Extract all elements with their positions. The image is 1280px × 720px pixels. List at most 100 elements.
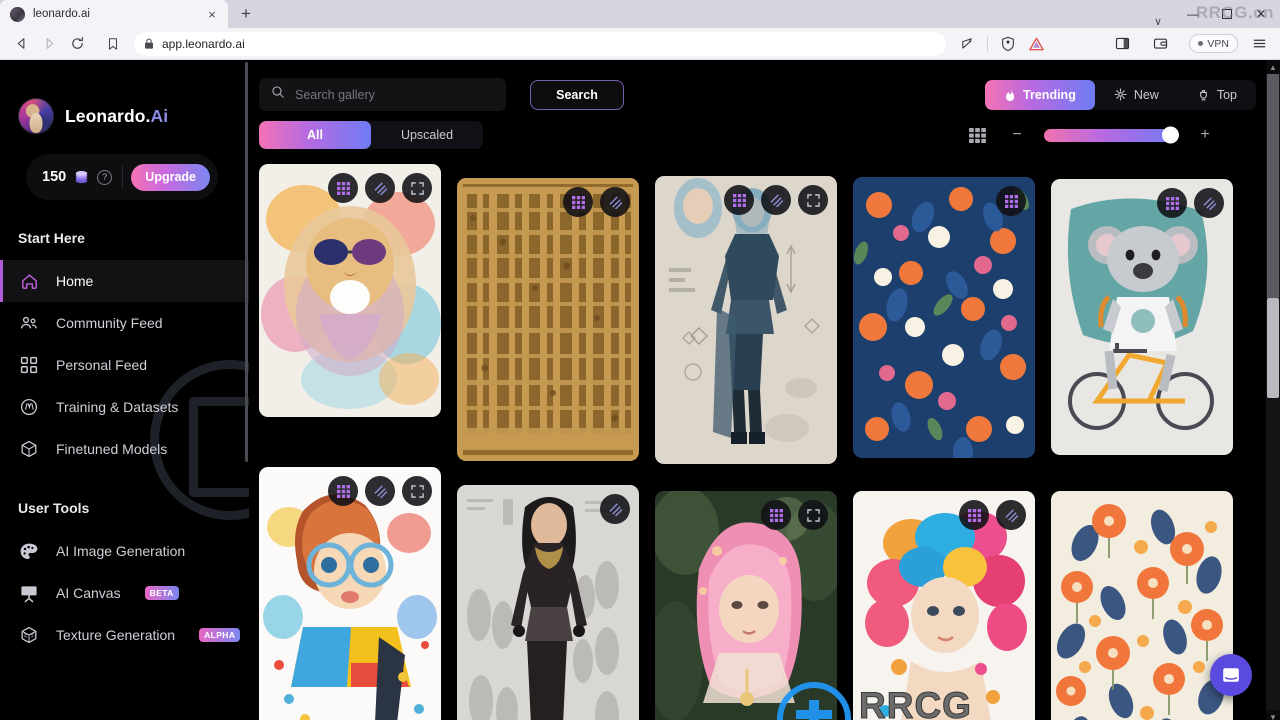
pixel-grid-icon[interactable] (1157, 188, 1187, 218)
zoom-slider-knob[interactable] (1162, 126, 1179, 144)
tab-title: leonardo.ai (33, 8, 90, 20)
gallery (249, 155, 1266, 720)
upgrade-button[interactable]: Upgrade (131, 163, 210, 191)
gallery-card-armored-woman[interactable] (457, 485, 639, 720)
wallet-icon[interactable] (1147, 31, 1173, 57)
diagonal-lines-icon[interactable] (365, 173, 395, 203)
share-icon[interactable] (954, 31, 980, 57)
pixel-grid-icon[interactable] (724, 185, 754, 215)
tab-top[interactable]: Top (1178, 80, 1256, 110)
gallery-card-warrior[interactable] (655, 176, 837, 464)
minimize-button[interactable]: — (1176, 1, 1210, 27)
zoom-out-button[interactable]: − (1002, 122, 1032, 148)
main-scrollbar[interactable]: ▲ ▼ (1266, 60, 1280, 720)
sidebar-item-community-feed[interactable]: Community Feed (0, 302, 249, 344)
texture-cube-icon (18, 624, 40, 646)
sidebar-item-ai-canvas[interactable]: AI Canvas BETA (0, 572, 249, 614)
scrollbar-thumb[interactable] (1267, 298, 1279, 398)
brave-shield-icon[interactable] (995, 31, 1021, 57)
pixel-grid-icon[interactable] (996, 186, 1026, 216)
help-circle-icon[interactable]: ? (97, 169, 113, 185)
expand-icon[interactable] (402, 173, 432, 203)
training-icon (18, 396, 40, 418)
app-viewport: Leonardo.Ai 150 ? Upgrade Start Here Hom… (0, 60, 1280, 720)
card-actions (600, 494, 630, 524)
browser-tab[interactable]: leonardo.ai × (0, 0, 228, 28)
sidebar-item-label: Finetuned Models (56, 441, 168, 457)
gallery-card-koala[interactable] (1051, 179, 1233, 455)
gallery-card-girl-glasses[interactable] (259, 467, 441, 720)
filter-upscaled[interactable]: Upscaled (371, 121, 483, 149)
artwork (1051, 491, 1233, 720)
diagonal-lines-icon[interactable] (761, 185, 791, 215)
search-button[interactable]: Search (530, 79, 624, 110)
grid-density-icon[interactable] (962, 122, 992, 148)
filter-all[interactable]: All (259, 121, 371, 149)
browser-toolbar: app.leonardo.ai VPN (0, 28, 1280, 60)
pixel-grid-icon[interactable] (959, 500, 989, 530)
diagonal-lines-icon[interactable] (365, 476, 395, 506)
pixel-grid-icon[interactable] (328, 476, 358, 506)
gallery-card-pink-fairy[interactable] (655, 491, 837, 720)
sidebar-item-finetuned-models[interactable]: Finetuned Models (0, 428, 249, 470)
zoom-in-button[interactable]: + (1190, 122, 1220, 148)
gallery-card-rainbow-hair[interactable] (853, 491, 1035, 720)
bookmark-icon[interactable] (100, 31, 126, 57)
artwork (853, 177, 1035, 458)
gallery-card-hieroglyphs[interactable] (457, 178, 639, 461)
diagonal-lines-icon[interactable] (600, 187, 630, 217)
sidebar-item-home[interactable]: Home (0, 260, 249, 302)
pixel-grid-icon[interactable] (563, 187, 593, 217)
search-input[interactable] (295, 87, 494, 102)
sidebar-item-label: Home (56, 273, 94, 289)
chevron-down-icon[interactable]: ∨ (1140, 15, 1176, 28)
diagonal-lines-icon[interactable] (1194, 188, 1224, 218)
back-icon[interactable] (8, 31, 34, 57)
artwork (1051, 179, 1233, 455)
address-bar[interactable]: app.leonardo.ai (134, 31, 947, 56)
badge-beta: BETA (144, 586, 179, 600)
new-tab-button[interactable]: + (232, 0, 260, 28)
expand-icon[interactable] (798, 500, 828, 530)
card-actions (761, 500, 828, 530)
scroll-up-arrow[interactable]: ▲ (1266, 60, 1280, 74)
pixel-grid-icon[interactable] (328, 173, 358, 203)
sidebar-item-texture-generation[interactable]: Texture Generation ALPHA (0, 614, 249, 656)
brand[interactable]: Leonardo.Ai (0, 60, 249, 134)
close-icon[interactable]: × (204, 6, 220, 22)
diagonal-lines-icon[interactable] (600, 494, 630, 524)
gallery-card-daisy-pattern[interactable] (1051, 491, 1233, 720)
tab-new[interactable]: New (1095, 80, 1178, 110)
community-icon (18, 312, 40, 334)
intercom-chat-button[interactable] (1210, 654, 1252, 696)
vpn-status-dot (1198, 41, 1204, 46)
gallery-card-floral-blue[interactable] (853, 177, 1035, 458)
maximize-button[interactable] (1210, 1, 1244, 27)
hamburger-menu-icon[interactable] (1246, 31, 1272, 57)
tab-trending[interactable]: Trending (985, 79, 1095, 110)
filter-pills: All Upscaled (259, 121, 483, 149)
main-content: Search Trending New (249, 60, 1280, 720)
cube-icon (18, 438, 40, 460)
search-box[interactable] (259, 78, 506, 111)
sidebar-scroll-thumb[interactable] (245, 62, 248, 462)
sidebar-item-training-datasets[interactable]: Training & Datasets (0, 386, 249, 428)
sidepanel-icon[interactable] (1109, 31, 1135, 57)
reload-icon[interactable] (64, 31, 90, 57)
pixel-grid-icon[interactable] (761, 500, 791, 530)
scroll-down-arrow[interactable]: ▼ (1266, 710, 1280, 720)
diagonal-lines-icon[interactable] (996, 500, 1026, 530)
expand-icon[interactable] (798, 185, 828, 215)
card-actions (328, 173, 432, 203)
sidebar-item-personal-feed[interactable]: Personal Feed (0, 344, 249, 386)
gallery-card-lion[interactable] (259, 164, 441, 417)
zoom-slider[interactable] (1044, 126, 1179, 144)
sidebar-item-label: Personal Feed (56, 357, 148, 373)
sidebar-item-ai-image-generation[interactable]: AI Image Generation (0, 530, 249, 572)
expand-icon[interactable] (402, 476, 432, 506)
close-window-button[interactable]: ✕ (1244, 1, 1278, 27)
leo-ai-icon[interactable] (1023, 31, 1049, 57)
vpn-button[interactable]: VPN (1189, 34, 1238, 53)
card-actions (328, 476, 432, 506)
sidebar-scrollbar[interactable] (245, 60, 248, 720)
